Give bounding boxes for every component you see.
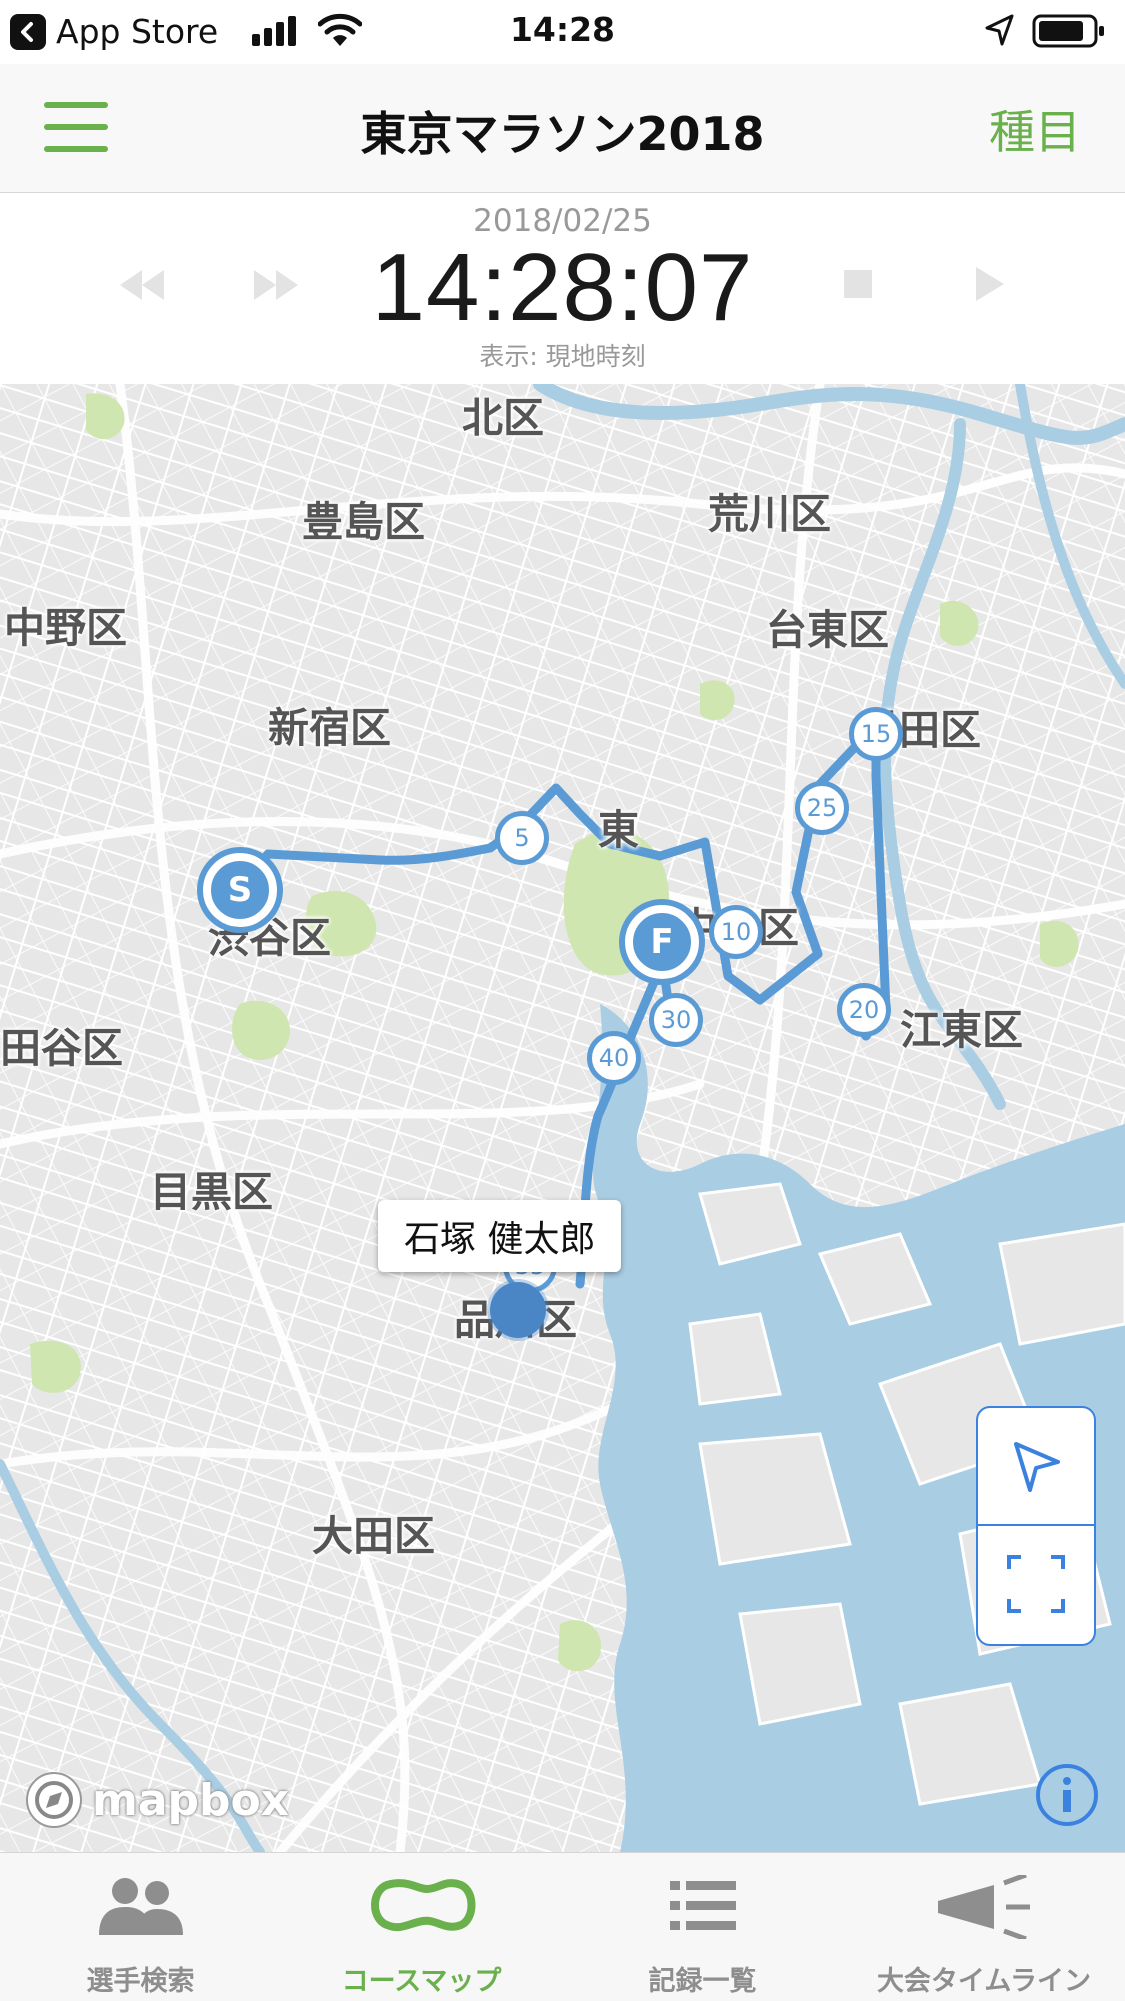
km-marker-30[interactable]: 30 (649, 993, 703, 1047)
locate-me-button[interactable] (978, 1408, 1094, 1524)
start-marker[interactable]: S (197, 847, 283, 933)
location-arrow-icon (1014, 1442, 1060, 1492)
battery-icon (1032, 14, 1104, 48)
play-icon[interactable] (974, 265, 1006, 303)
current-time: 14:28:07 (371, 234, 754, 341)
menu-icon[interactable] (44, 102, 108, 152)
mapbox-wordmark: mapbox (92, 1774, 290, 1826)
fit-bounds-icon (1007, 1555, 1065, 1613)
stop-icon[interactable] (842, 268, 874, 300)
runner-location-dot[interactable] (490, 1282, 546, 1338)
back-to-app-store[interactable]: App Store (10, 12, 218, 51)
category-button[interactable]: 種目 (989, 96, 1081, 162)
time-panel: 2018/02/25 14:28:07 表示: 現地時刻 (0, 193, 1125, 383)
tab-label: 記録一覧 (648, 1966, 757, 1997)
tab-label: 選手検索 (86, 1966, 195, 1997)
runner-name-callout[interactable]: 石塚 健太郎 (378, 1200, 622, 1272)
back-chevron-icon (10, 13, 46, 50)
info-icon[interactable] (1034, 1762, 1100, 1828)
ward-label: 新宿区 (268, 704, 391, 752)
wifi-icon (318, 13, 362, 46)
back-app-label: App Store (56, 12, 219, 51)
list-icon (669, 1881, 736, 1930)
tab-athlete-search[interactable]: 選手検索 (0, 1853, 281, 2001)
km-marker-20[interactable]: 20 (837, 983, 891, 1037)
navigation-bar: 東京マラソン2018 種目 (0, 64, 1125, 193)
km-marker-25[interactable]: 25 (795, 781, 849, 835)
people-icon (98, 1878, 183, 1935)
map-controls (976, 1406, 1096, 1646)
ward-label: 豊島区 (302, 498, 425, 546)
ward-label: 北区 (462, 394, 544, 442)
tab-bar: 選手検索 コースマップ 記録一覧 大会タイムライン (0, 1852, 1125, 2001)
ward-label: 中野区 (4, 604, 127, 652)
fit-course-button[interactable] (978, 1526, 1094, 1642)
km-marker-40[interactable]: 40 (587, 1031, 641, 1085)
page-title: 東京マラソン2018 (360, 107, 765, 161)
ward-label: 目黒区 (150, 1168, 273, 1216)
finish-marker[interactable]: F (619, 899, 705, 985)
km-marker-5[interactable]: 5 (495, 811, 549, 865)
tab-label: 大会タイムライン (876, 1966, 1092, 1997)
km-marker-15[interactable]: 15 (849, 707, 903, 761)
location-services-icon (985, 14, 1014, 46)
map-base-layer (0, 384, 1125, 1852)
tab-label: コースマップ (341, 1966, 502, 1997)
ward-label: 荒川区 (708, 490, 831, 538)
tab-course-map[interactable]: コースマップ (281, 1853, 562, 2001)
ward-label: 田谷区 (0, 1024, 123, 1072)
cellular-signal-icon (252, 16, 296, 46)
timezone-label: 表示: 現地時刻 (479, 342, 646, 371)
tab-event-timeline[interactable]: 大会タイムライン (843, 1853, 1125, 2001)
app-screen: App Store 14:28 東京マラソン2018 種目 2018/02/25… (0, 0, 1125, 2001)
ward-label: 台東区 (766, 606, 889, 654)
ward-label: 東 (598, 806, 639, 854)
km-marker-10[interactable]: 10 (709, 905, 763, 959)
ward-label: 大田区 (312, 1512, 435, 1560)
tab-results-list[interactable]: 記録一覧 (562, 1853, 843, 2001)
mapbox-logo-icon (26, 1772, 82, 1828)
megaphone-icon (938, 1875, 1030, 1939)
course-loop-icon (370, 1879, 475, 1932)
status-bar: App Store 14:28 (0, 0, 1125, 64)
mapbox-attribution[interactable]: mapbox (22, 1768, 289, 1832)
ward-label: 江東区 (900, 1006, 1023, 1054)
course-map[interactable]: 北区 豊島区 荒川区 中野区 台東区 新宿区 墨田区 渋谷区 中央区 江東区 田… (0, 384, 1125, 1852)
